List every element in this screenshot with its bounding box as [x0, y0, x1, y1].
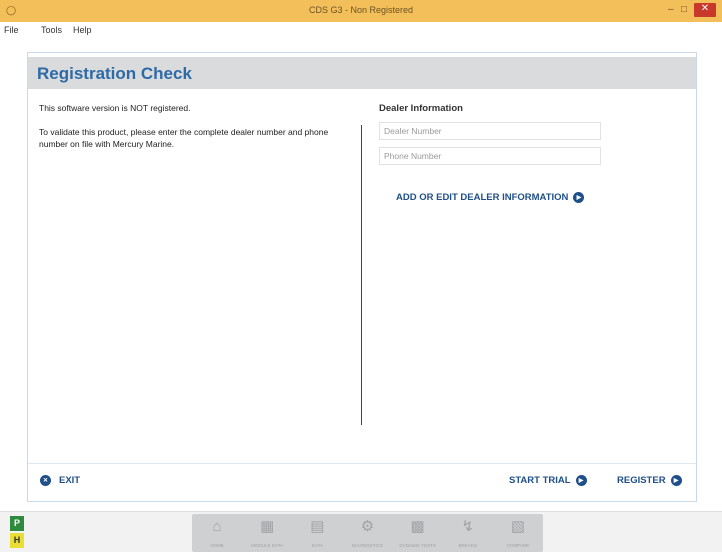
menu-file[interactable]: File	[4, 25, 19, 35]
diagnostics-icon: ⚙	[360, 518, 375, 535]
close-circle-icon: ✕	[40, 475, 51, 486]
navigation-dock: ⌂ HOME ▦ MODULE DATA ▤ DATA ⚙ DIAGNOSTIC…	[192, 514, 543, 552]
window-title: CDS G3 - Non Registered	[308, 5, 414, 15]
chart-icon: ▧	[510, 518, 525, 535]
add-edit-dealer-button[interactable]: ADD OR EDIT DEALER INFORMATION ▶	[396, 192, 585, 203]
exit-button[interactable]: ✕ EXIT	[40, 475, 80, 486]
data-icon: ▤	[310, 518, 325, 535]
dock-label: MODULE DATA	[251, 543, 284, 548]
h-badge[interactable]: H	[10, 533, 24, 548]
dock-item-module-data[interactable]: ▦ MODULE DATA	[245, 514, 289, 548]
vertical-divider	[361, 125, 362, 425]
register-label: REGISTER	[617, 475, 666, 486]
arrow-right-icon: ▶	[575, 475, 587, 486]
lightning-icon: ↯	[461, 518, 475, 535]
monitor-icon: ▩	[410, 518, 425, 535]
register-button[interactable]: REGISTER ▶	[617, 475, 682, 486]
dock-label: DATA	[311, 543, 324, 548]
registration-panel: Registration Check This software version…	[27, 52, 697, 502]
p-badge[interactable]: P	[10, 516, 24, 531]
dock-item-breaks[interactable]: ↯ BREAKS	[446, 514, 490, 548]
dock-item-data[interactable]: ▤ DATA	[295, 514, 339, 548]
start-trial-label: START TRIAL	[509, 475, 571, 486]
home-icon: ⌂	[212, 518, 222, 535]
title-bar: ◯ CDS G3 - Non Registered – □ ✕	[0, 0, 722, 22]
close-button[interactable]: ✕	[694, 3, 716, 17]
maximize-button[interactable]: □	[681, 4, 687, 16]
panel-header: Registration Check	[28, 57, 696, 89]
dock-label: DYNAMIC TESTS	[399, 543, 436, 548]
menu-help[interactable]: Help	[73, 25, 92, 35]
dock-item-diagnostics[interactable]: ⚙ DIAGNOSTICS	[345, 514, 389, 548]
dealer-number-field[interactable]	[379, 122, 601, 140]
exit-label: EXIT	[59, 475, 81, 486]
dock-item-dynamic-tests[interactable]: ▩ DYNAMIC TESTS	[396, 514, 440, 548]
footer-divider	[28, 463, 696, 464]
page-title: Registration Check	[37, 64, 192, 83]
add-edit-dealer-label: ADD OR EDIT DEALER INFORMATION	[396, 192, 569, 203]
dock-label: BREAKS	[458, 543, 477, 548]
menu-bar: File Tools Help	[0, 22, 722, 39]
dock-item-home[interactable]: ⌂ HOME	[195, 514, 239, 548]
dock-item-compare[interactable]: ▧ COMPARE	[496, 514, 540, 548]
dealer-info-heading: Dealer Information	[379, 103, 463, 114]
arrow-right-icon: ▶	[670, 475, 682, 486]
menu-tools[interactable]: Tools	[41, 25, 62, 35]
instructions-text: To validate this product, please enter t…	[39, 127, 329, 149]
dock-label: HOME	[210, 543, 224, 548]
start-trial-button[interactable]: START TRIAL ▶	[509, 475, 587, 486]
dock-label: DIAGNOSTICS	[351, 543, 383, 548]
arrow-right-icon: ▶	[573, 192, 585, 203]
module-data-icon: ▦	[260, 518, 275, 535]
phone-number-field[interactable]	[379, 147, 601, 165]
registration-status-text: This software version is NOT registered.	[39, 103, 191, 113]
dock-label: COMPARE	[506, 543, 530, 548]
minimize-button[interactable]: –	[668, 4, 674, 16]
